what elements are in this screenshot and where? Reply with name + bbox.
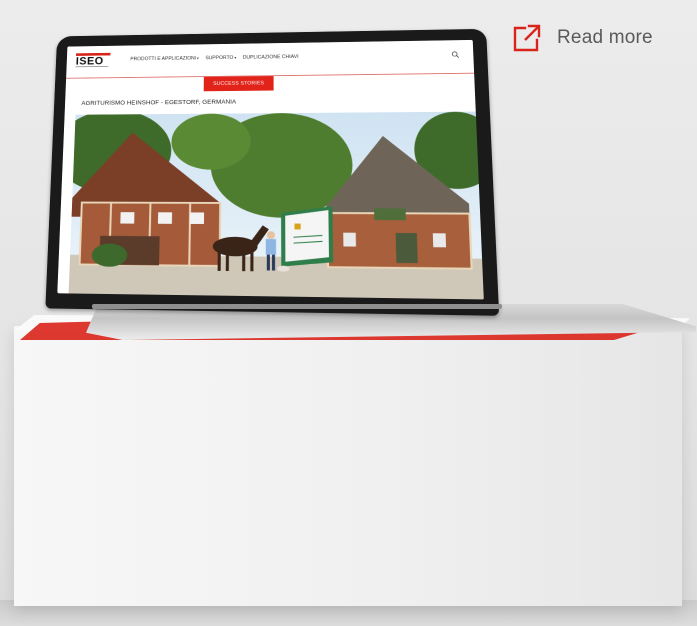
search-icon[interactable] <box>451 51 459 58</box>
farmhouse-photo-svg <box>69 112 484 300</box>
website-nav: PRODOTTI E APPLICAZIONI▾ SUPPORTO▾ DUPLI… <box>130 54 298 62</box>
read-more-label: Read more <box>557 27 653 49</box>
laptop-hinge <box>92 304 502 309</box>
nav-item-duplicazione[interactable]: DUPLICAZIONE CHIAVI <box>243 54 299 60</box>
laptop-lid: ISEO PRODOTTI E APPLICAZIONI▾ SUPPORTO▾ … <box>45 29 499 316</box>
nav-item-prodotti[interactable]: PRODOTTI E APPLICAZIONI▾ <box>130 56 199 62</box>
iseo-logo[interactable]: ISEO <box>76 53 111 67</box>
success-stories-button[interactable]: SUCCESS STORIES <box>204 76 274 91</box>
nav-item-supporto[interactable]: SUPPORTO▾ <box>205 55 236 61</box>
pedestal-block <box>14 326 682 606</box>
laptop-screen: ISEO PRODOTTI E APPLICAZIONI▾ SUPPORTO▾ … <box>57 40 484 300</box>
external-link-icon <box>511 22 543 54</box>
logo-underline <box>76 66 109 67</box>
farmhouse-photo <box>69 112 484 300</box>
chevron-down-icon: ▾ <box>197 56 199 60</box>
read-more-link[interactable]: Read more <box>511 22 653 54</box>
chevron-down-icon: ▾ <box>234 55 236 59</box>
story-title: AGRITURISMO HEINSHOF - EGESTORF, GERMANI… <box>81 99 236 107</box>
